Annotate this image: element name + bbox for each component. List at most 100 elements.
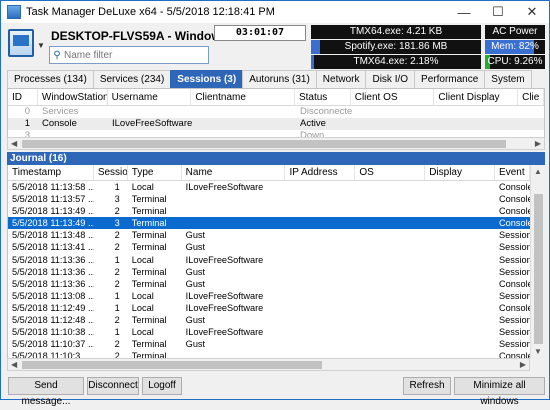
sessions-column-header[interactable]: WindowStation [38, 89, 108, 105]
table-cell: Gust [185, 278, 206, 289]
journal-row[interactable]: 5/5/2018 11:13:57 ... 3 Terminal Console c [8, 193, 530, 205]
table-cell: Session u [499, 266, 530, 277]
meter-memory-fill [311, 40, 320, 54]
table-row[interactable]: 0 Services Disconnected [8, 106, 544, 118]
table-cell: Services [42, 106, 79, 117]
table-cell: Local [131, 302, 154, 313]
sessions-table[interactable]: ID WindowStation Username Clientname Status C… [7, 88, 545, 143]
table-cell: 3 [114, 218, 120, 229]
scroll-down-icon[interactable]: ▼ [534, 347, 542, 356]
scroll-right-icon[interactable]: ▶ [535, 138, 541, 149]
scroll-thumb[interactable] [22, 140, 506, 148]
journal-horizontal-scrollbar[interactable]: ◀ ▶ [7, 358, 530, 371]
journal-row[interactable]: 5/5/2018 11:10:3... 2 Terminal Console c [8, 350, 530, 358]
tab-performance[interactable]: Performance [414, 70, 486, 88]
journal-column-header[interactable]: Session [94, 165, 128, 180]
scroll-thumb[interactable] [22, 361, 322, 369]
minimize-button[interactable]: — [447, 1, 481, 23]
table-cell: Terminal [131, 266, 167, 277]
table-cell [425, 217, 495, 229]
journal-row[interactable]: 5/5/2018 11:13:08 ... 1 Local ILoveFreeSoft… [8, 290, 530, 302]
tab-strip: Processes (134) Services (234) Sessions (3… [7, 70, 532, 88]
table-cell: Console [42, 118, 77, 129]
scroll-left-icon[interactable]: ◀ [11, 138, 17, 149]
tab-autoruns[interactable]: Autoruns (31) [242, 70, 317, 88]
table-cell [285, 217, 355, 229]
journal-row[interactable]: 5/5/2018 11:13:36 ... 1 Local ILoveFreeSoft… [8, 254, 530, 266]
table-cell [192, 118, 296, 130]
logoff-button[interactable]: Logoff [142, 377, 182, 395]
scroll-left-icon[interactable]: ◀ [11, 359, 17, 370]
table-row[interactable]: 1 Console ILoveFreeSoftware Active [8, 118, 544, 130]
journal-row[interactable]: 5/5/2018 11:13:48 ... 2 Terminal Gust Sessio… [8, 229, 530, 241]
name-filter-input[interactable] [64, 49, 204, 61]
table-cell: 5/5/2018 11:13:41 ... [12, 242, 94, 253]
table-cell [355, 302, 425, 314]
sessions-column-header[interactable]: Client Display [434, 89, 519, 105]
journal-column-header[interactable]: IP Address [285, 165, 356, 180]
table-cell [355, 193, 425, 205]
close-button[interactable]: ✕ [515, 1, 549, 23]
journal-column-header[interactable]: OS [355, 165, 426, 180]
tab-sessions[interactable]: Sessions (3) [170, 70, 244, 88]
table-cell: 2 [114, 339, 120, 350]
table-cell: 5/5/2018 11:13:49 ... [12, 218, 94, 229]
tab-processes[interactable]: Processes (134) [7, 70, 94, 88]
journal-column-header[interactable]: Event [495, 165, 530, 180]
chevron-down-icon[interactable]: ▼ [37, 41, 45, 50]
send-message-button[interactable]: Send message... [8, 377, 84, 407]
journal-row[interactable]: 5/5/2018 11:10:37 ... 2 Terminal Gust Sessio… [8, 338, 530, 350]
table-cell: Session l [499, 290, 530, 301]
journal-column-header[interactable]: Timestamp [8, 165, 94, 180]
table-cell [355, 314, 425, 326]
table-cell [355, 350, 425, 358]
journal-row[interactable]: 5/5/2018 11:13:49 ... 3 Terminal Console c [8, 217, 530, 230]
uptime-clock: 03:01:07 [214, 25, 306, 41]
journal-row[interactable]: 5/5/2018 11:10:38 ... 1 Local ILoveFreeSoft… [8, 326, 530, 338]
scroll-up-icon[interactable]: ▲ [534, 167, 542, 176]
minimize-all-button[interactable]: Minimize all windows [454, 377, 545, 407]
table-cell [285, 205, 355, 217]
header: ▼ DESKTOP-FLVS59A - Windows 10 Pro x64 0… [1, 23, 549, 69]
disconnect-button[interactable]: Disconnect [87, 377, 139, 395]
window-title: Task Manager DeLuxe x64 - 5/5/2018 12:18… [26, 6, 275, 18]
refresh-button[interactable]: Refresh [403, 377, 451, 395]
journal-column-header[interactable]: Type [128, 165, 182, 180]
journal-column-header[interactable]: Name [182, 165, 286, 180]
table-cell [355, 254, 425, 266]
sessions-column-header[interactable]: Username [108, 89, 192, 105]
journal-row[interactable]: 5/5/2018 11:13:36 ... 2 Terminal Gust Consol… [8, 278, 530, 290]
journal-row[interactable]: 5/5/2018 11:13:36 ... 2 Terminal Gust Sessio… [8, 266, 530, 278]
maximize-button[interactable]: ☐ [481, 1, 515, 23]
journal-column-header[interactable]: Display [425, 165, 496, 180]
table-cell [285, 181, 355, 193]
tab-disk[interactable]: Disk I/O [365, 70, 416, 88]
journal-row[interactable]: 5/5/2018 11:13:49 ... 2 Terminal Console c [8, 205, 530, 217]
table-cell [425, 229, 495, 241]
journal-row[interactable]: 5/5/2018 11:12:48 ... 2 Terminal Gust Sessio… [8, 314, 530, 326]
scroll-right-icon[interactable]: ▶ [520, 359, 526, 370]
sessions-column-header[interactable]: Client OS [351, 89, 435, 105]
sessions-column-header[interactable]: Clientname [191, 89, 295, 105]
journal-row[interactable]: 5/5/2018 11:12:49 ... 1 Local ILoveFreeSoft… [8, 302, 530, 314]
computer-icon[interactable] [8, 29, 34, 57]
table-cell: 5/5/2018 11:13:49 ... [12, 206, 94, 217]
sessions-column-header[interactable]: Clie [518, 89, 544, 105]
sessions-column-header[interactable]: Status [295, 89, 351, 105]
tab-system[interactable]: System [484, 70, 532, 88]
tab-services[interactable]: Services (234) [92, 70, 172, 88]
table-cell: Local [131, 254, 154, 265]
journal-table[interactable]: TimestampSessionTypeNameIP AddressOSDisp… [7, 165, 530, 358]
table-cell: 2 [114, 278, 120, 289]
sessions-column-header[interactable]: ID [8, 89, 38, 105]
title-bar[interactable]: Task Manager DeLuxe x64 - 5/5/2018 12:18… [1, 1, 549, 23]
name-filter[interactable]: ⚲ [49, 46, 209, 64]
journal-vertical-scrollbar[interactable]: ▲ ▼ [530, 165, 545, 358]
journal-row[interactable]: 5/5/2018 11:13:41 ... 2 Terminal Gust Sessio… [8, 241, 530, 253]
sessions-horizontal-scrollbar[interactable]: ◀ ▶ [7, 137, 545, 150]
table-cell: Console c [499, 351, 530, 358]
journal-row[interactable]: 5/5/2018 11:13:58 ... 1 Local ILoveFreeSoft… [8, 181, 530, 193]
tab-network[interactable]: Network [315, 70, 367, 88]
scroll-thumb[interactable] [534, 194, 543, 344]
table-cell: 5/5/2018 11:13:08 ... [12, 290, 94, 301]
